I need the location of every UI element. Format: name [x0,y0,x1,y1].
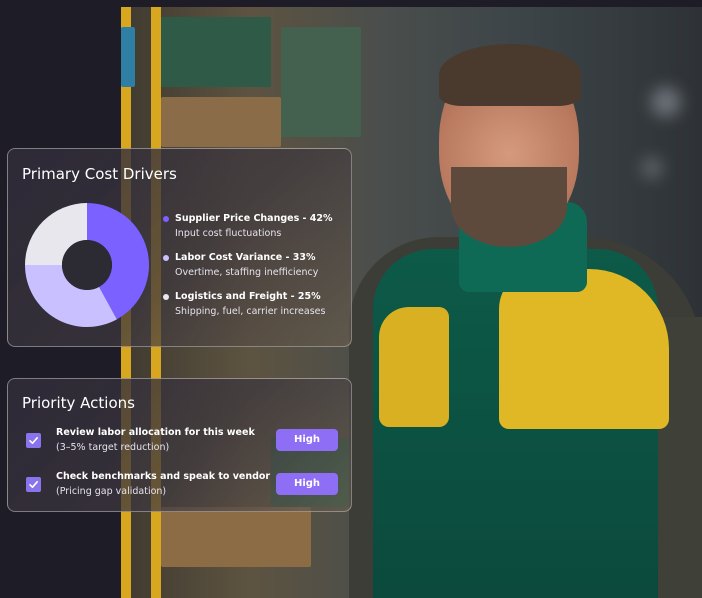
shelf-box [161,507,311,567]
priority-high-button[interactable]: High [276,473,338,495]
priority-actions-title: Priority Actions [22,394,135,412]
legend-dot [163,255,169,261]
legend-detail: Shipping, fuel, carrier increases [175,306,326,317]
action-title: Check benchmarks and speak to vendor [56,471,271,482]
shelf-box [281,27,361,137]
bokeh-light [641,157,663,179]
legend-detail: Input cost fluctuations [175,228,282,239]
check-icon [29,437,38,444]
cost-drivers-title: Primary Cost Drivers [22,165,177,183]
action-detail: (3–5% target reduction) [56,442,170,453]
legend-label: Supplier Price Changes - 42% [175,213,333,224]
legend-dot [163,294,169,300]
person-vest-yoke [379,307,449,427]
shelf-box [121,27,135,87]
legend-dot [163,216,169,222]
action-detail: (Pricing gap validation) [56,486,167,497]
action-checkbox[interactable] [26,433,41,448]
cost-drivers-donut-chart [25,203,149,327]
priority-high-button[interactable]: High [276,429,338,451]
person-hair [439,44,581,106]
legend-label: Logistics and Freight - 25% [175,291,321,302]
legend-item: Labor Cost Variance - 33% Overtime, staf… [163,252,348,291]
donut-hole [62,240,112,290]
cost-drivers-legend: Supplier Price Changes - 42% Input cost … [163,213,348,330]
action-row: Check benchmarks and speak to vendor (Pr… [26,471,342,503]
legend-detail: Overtime, staffing inefficiency [175,267,319,278]
cost-drivers-card: Primary Cost Drivers Supplier Price Chan… [7,148,352,347]
action-title: Review labor allocation for this week [56,427,255,438]
legend-item: Logistics and Freight - 25% Shipping, fu… [163,291,348,330]
action-checkbox[interactable] [26,477,41,492]
legend-item: Supplier Price Changes - 42% Input cost … [163,213,348,252]
person-beard [451,167,567,247]
person-vest-yoke [499,269,669,429]
shelf-box [161,97,281,147]
action-row: Review labor allocation for this week (3… [26,427,342,459]
bokeh-light [651,87,681,117]
priority-actions-card: Priority Actions Review labor allocation… [7,378,352,512]
shelf-box [161,17,271,87]
check-icon [29,481,38,488]
legend-label: Labor Cost Variance - 33% [175,252,316,263]
